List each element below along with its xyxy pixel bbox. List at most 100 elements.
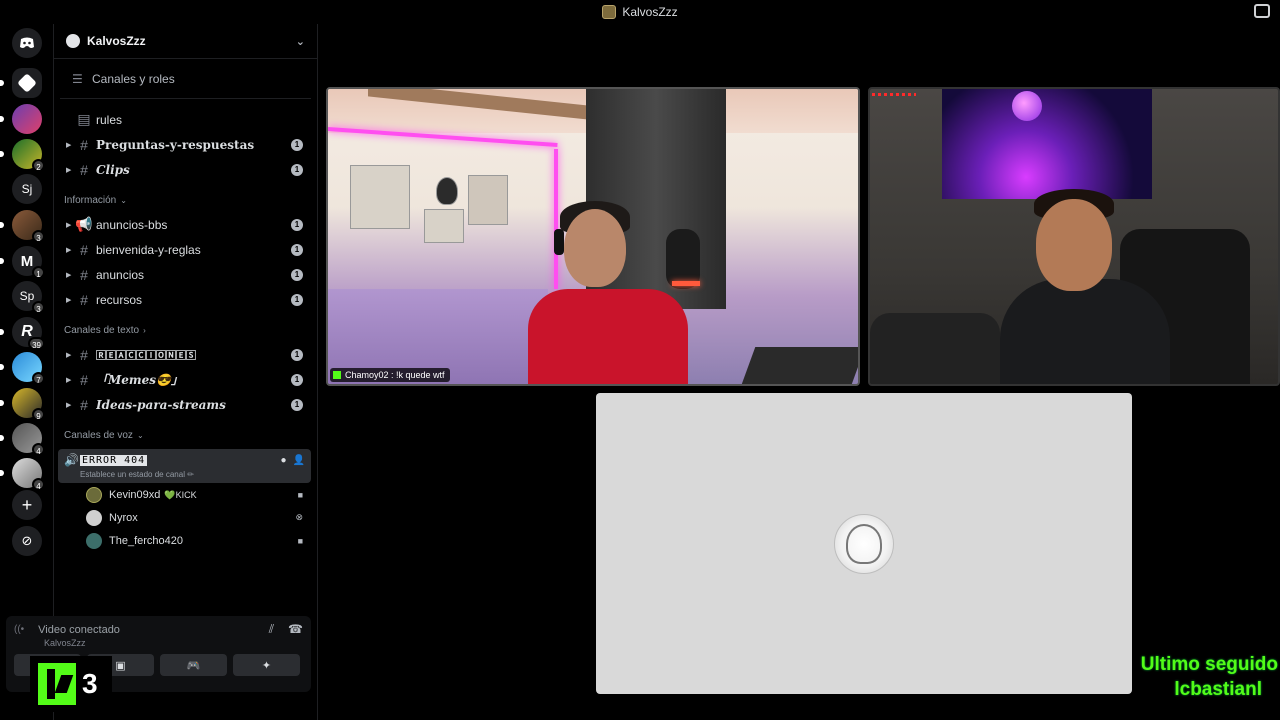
avatar (86, 486, 102, 503)
rules-icon: ▤ (77, 111, 91, 127)
mask (436, 177, 458, 205)
hash-icon: # (80, 241, 88, 258)
video-tile[interactable] (868, 87, 1280, 386)
server-sp[interactable]: Sp 3 (12, 281, 45, 314)
add-server-button[interactable]: + (12, 490, 42, 520)
caret-right-icon: ▶ (66, 246, 72, 254)
kick-badge: 💚KICK (164, 489, 197, 500)
category-canales-texto[interactable]: Canales de texto › (54, 318, 317, 342)
video-camera-icon: ■ (297, 489, 303, 500)
server-blue-icon[interactable]: 7 (12, 352, 45, 385)
unread-badge: 1 (291, 398, 303, 411)
tile-nameplate: Chamoy02 : !k quede wtf (330, 368, 450, 382)
chevron-down-icon: ⌄ (295, 35, 305, 48)
caret-right-icon: ▶ (66, 401, 72, 409)
voice-user[interactable]: Kevin09xd 💚KICK ■ (54, 483, 317, 506)
server-r-icon[interactable]: R 39 (12, 317, 45, 350)
unread-badge: 1 (291, 163, 303, 176)
discord-home-icon[interactable] (12, 28, 42, 58)
channel-anuncios-bbs[interactable]: ▶ 📢 anuncios-bbs 1 (54, 212, 317, 237)
last-follower-label: Ultimo seguido (1140, 654, 1278, 675)
server-kicklan-icon[interactable]: 2 (12, 139, 45, 172)
hash-icon: # (80, 291, 88, 308)
tv-screen (942, 89, 1152, 199)
compass-icon: ⊘ (21, 533, 33, 548)
channels-and-roles[interactable]: ☰ Canales y roles (60, 59, 311, 99)
poster (424, 209, 464, 243)
avatar (86, 509, 102, 526)
hash-icon: # (80, 266, 88, 283)
window-title: KalvosZzz (602, 5, 678, 19)
avatar (86, 532, 102, 549)
channel-memes[interactable]: ▶ # 「Memes😎」 1 (54, 367, 317, 392)
channel-reacciones[interactable]: ▶ # 🅁🄴🄰🄲🄲🄸🄾🄽🄴🅂 1 (54, 342, 317, 367)
category-informacion[interactable]: Información ⌄ (54, 188, 317, 212)
channel-clips[interactable]: ▶ # Clips 1 (54, 157, 317, 182)
server-yellow-icon[interactable]: 9 (12, 388, 45, 421)
hash-icon: # (80, 161, 88, 178)
invite-user-icon[interactable]: 👤 (293, 455, 305, 466)
hash-icon: # (80, 371, 88, 388)
unread-badge: 1 (291, 348, 303, 361)
signal-icon: ((• (14, 624, 25, 635)
unread-badge: 1 (291, 218, 303, 231)
server-header[interactable]: KalvosZzz ⌄ (54, 24, 317, 59)
kick-logo-icon (38, 663, 76, 705)
user-avatar (834, 514, 894, 574)
hash-icon: # (80, 396, 88, 413)
popout-icon[interactable] (1254, 4, 1270, 18)
channel-recursos[interactable]: ▶ # recursos 1 (54, 287, 317, 312)
channel-preguntas[interactable]: ▶ # Preguntas-y-respuestas 1 (54, 132, 317, 157)
server-cat-icon[interactable]: 4 (12, 458, 45, 491)
screen-share-icon: ▣ (115, 659, 126, 672)
caret-right-icon: ▶ (66, 351, 72, 359)
unread-badge: 1 (291, 268, 303, 281)
video-tile[interactable]: Chamoy02 : !k quede wtf (326, 87, 860, 386)
hash-icon: # (80, 346, 88, 363)
unread-badge: 1 (291, 138, 303, 151)
voice-channel[interactable]: 🔊 ERROR 404 Establece un estado de canal… (58, 449, 311, 483)
soundboard-button[interactable]: ✦ (233, 654, 300, 676)
server-icon (66, 34, 80, 48)
kick-icon (333, 371, 341, 379)
server-name: KalvosZzz (87, 34, 146, 48)
channel-ideas[interactable]: ▶ # Ideas-para-streams 1 (54, 392, 317, 417)
server-m-icon[interactable]: M 1 (12, 246, 45, 279)
video-camera-icon: ■ (297, 535, 303, 546)
server-red-icon[interactable] (12, 68, 42, 98)
noise-suppression-icon[interactable]: ⫽ (269, 622, 274, 637)
activities-button[interactable]: 🎮 (160, 654, 227, 676)
category-canales-voz[interactable]: Canales de voz ⌄ (54, 423, 317, 447)
server-avatar-icon[interactable]: 3 (12, 210, 45, 243)
server-pixel-icon[interactable] (12, 104, 42, 134)
voice-channel-name: ERROR 404 (80, 454, 148, 466)
channel-anuncios[interactable]: ▶ # anuncios 1 (54, 262, 317, 287)
speaker-icon: 🔊 (64, 453, 79, 467)
gamepad-icon: 🎮 (186, 659, 201, 672)
disconnect-icon[interactable]: ☎ (288, 622, 303, 637)
video-tile[interactable] (596, 393, 1132, 694)
poster (468, 175, 508, 225)
caret-right-icon: ▶ (66, 166, 72, 174)
server-avatar-icon (602, 5, 617, 19)
channel-rules[interactable]: ▤ rules (54, 107, 317, 132)
channel-bienvenida[interactable]: ▶ # bienvenida-y-reglas 1 (54, 237, 317, 262)
title-bar: KalvosZzz (0, 0, 1280, 24)
connection-server: KalvosZzz (44, 638, 86, 648)
chat-icon[interactable]: ● (281, 455, 287, 466)
voice-user[interactable]: Nyrox ⊗ (54, 506, 317, 529)
voice-user[interactable]: The_fercho420 ■ (54, 529, 317, 552)
connection-status: Video conectado (38, 623, 120, 636)
caret-right-icon: ▶ (66, 376, 72, 384)
caret-right-icon: ▶ (66, 271, 72, 279)
explore-servers-button[interactable]: ⊘ (12, 526, 42, 556)
kick-viewer-overlay: 3 (30, 656, 112, 712)
server-grey-icon[interactable]: 4 (12, 423, 45, 456)
list-icon: ☰ (72, 71, 83, 86)
voice-channel-status[interactable]: Establece un estado de canal ✏ (80, 470, 305, 479)
window-title-text: KalvosZzz (622, 5, 678, 19)
hash-icon: # (80, 136, 88, 153)
last-follower-name: lcbastianl (1174, 679, 1262, 700)
xbox-icon: ⊗ (295, 512, 303, 522)
server-sj[interactable]: Sj (12, 174, 42, 204)
